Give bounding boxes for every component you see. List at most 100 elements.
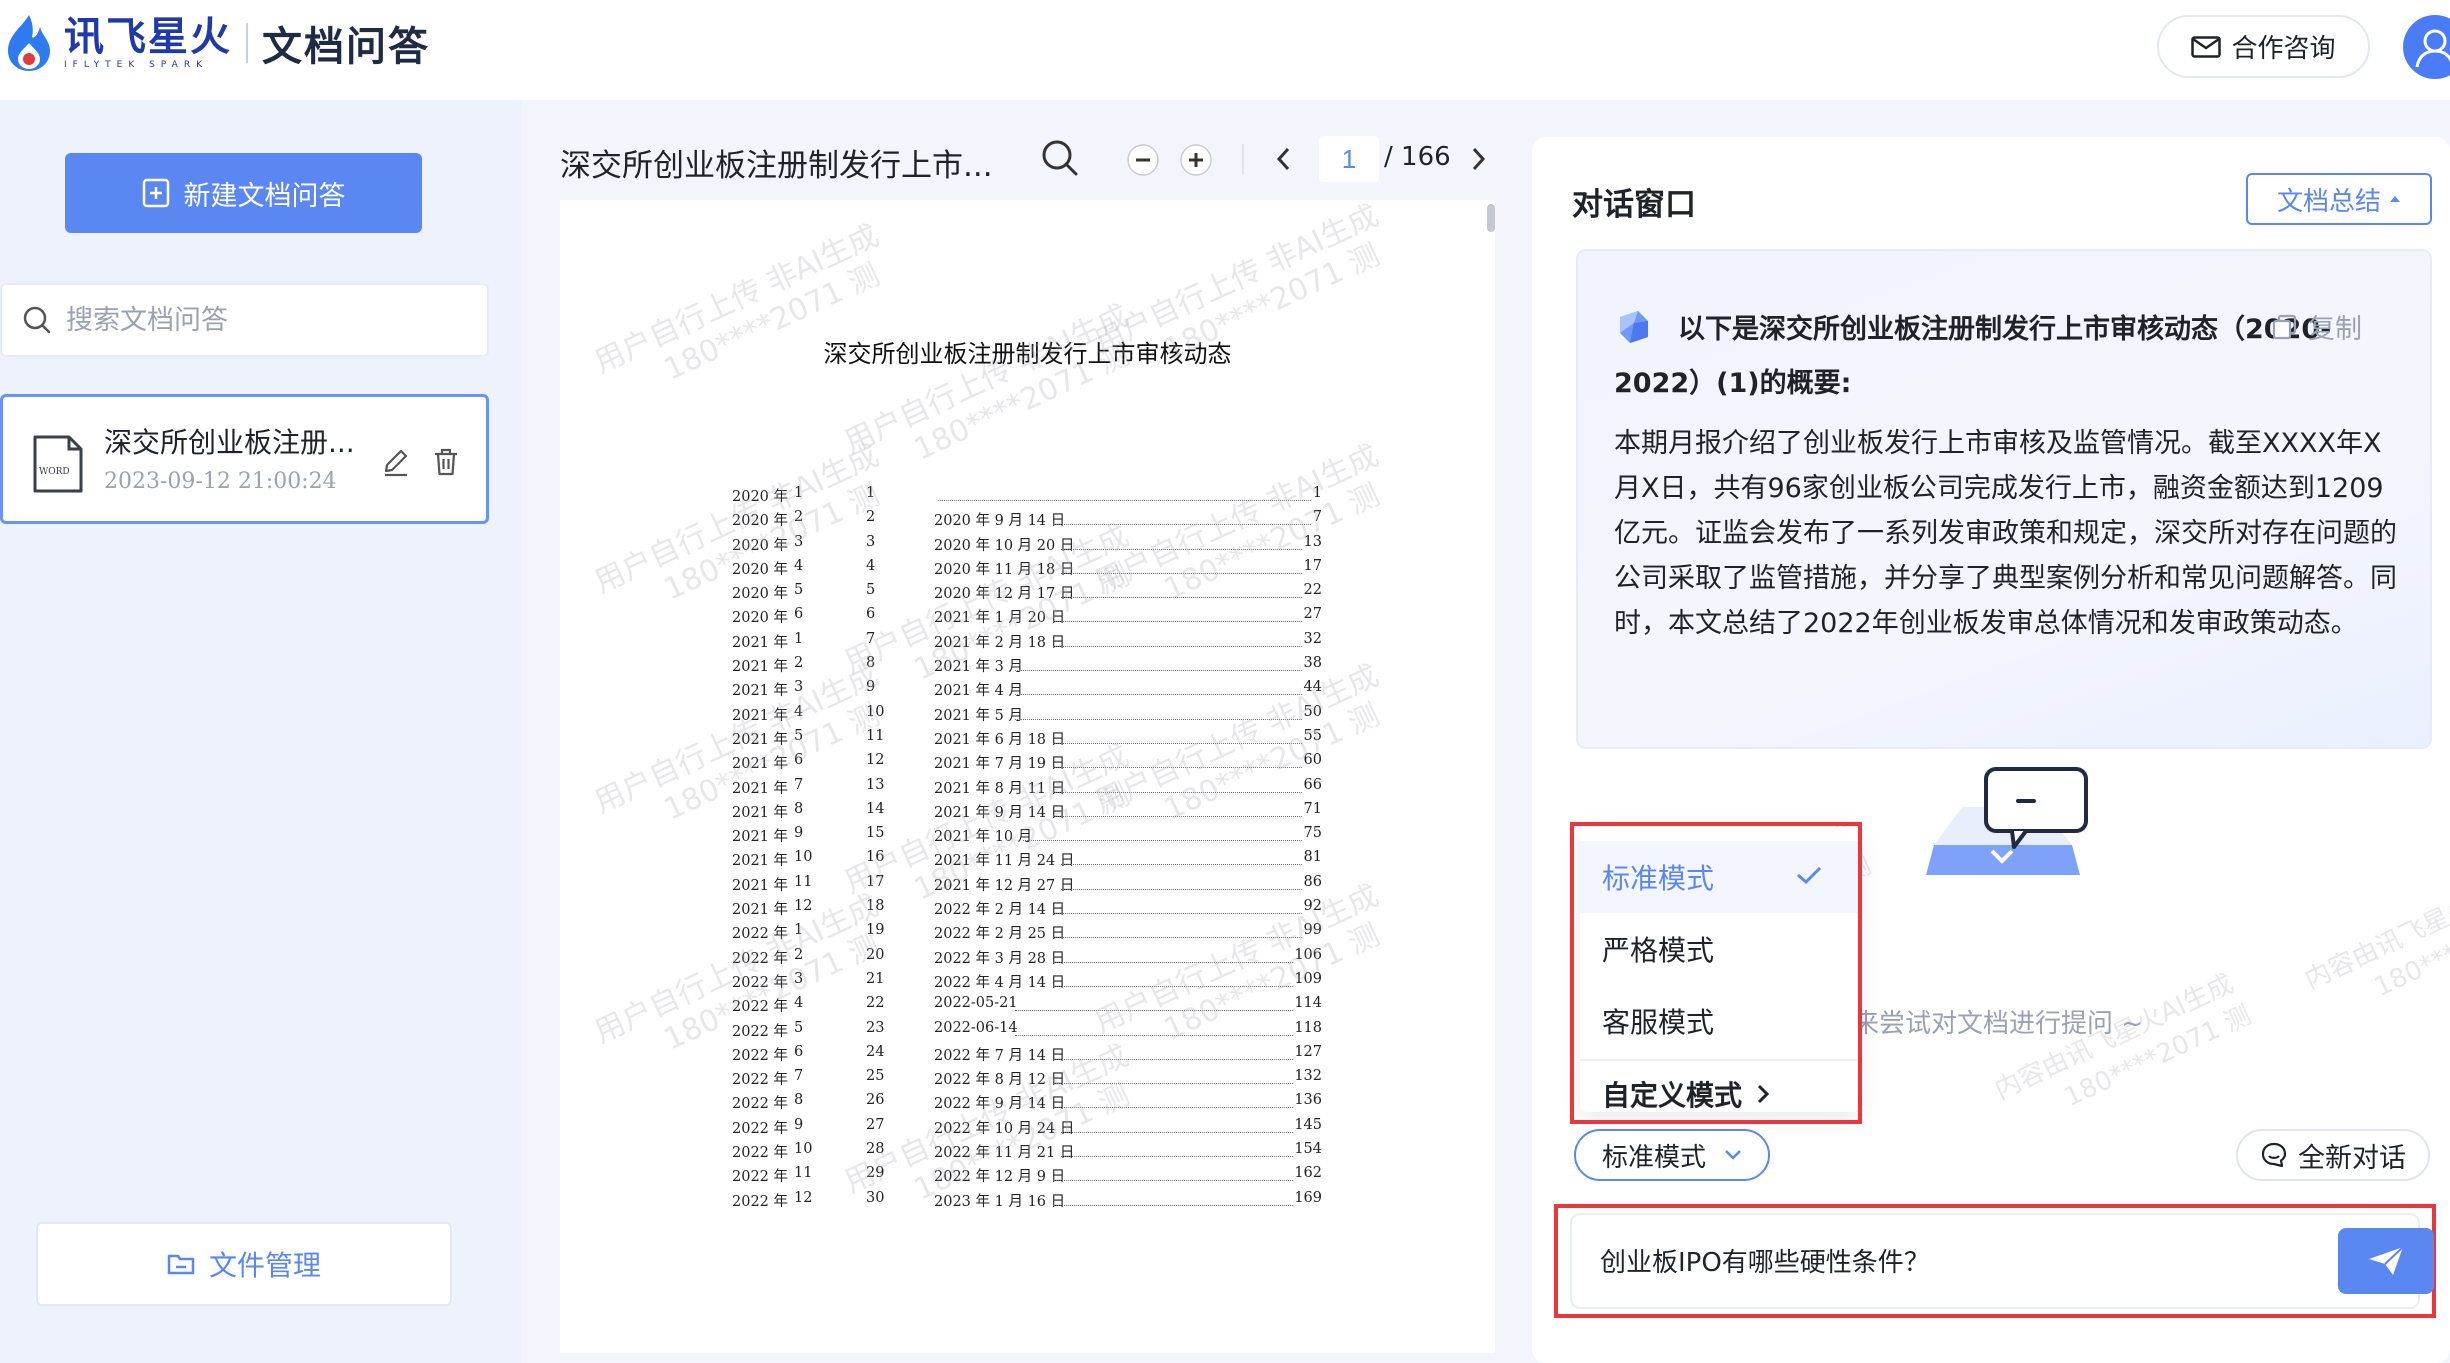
toc-date: 2020 年 9 月 14 日 <box>934 513 1066 530</box>
toc-num: 7 <box>794 1068 804 1085</box>
toc-no: 2 <box>866 509 876 526</box>
toc-leader-dots <box>1053 913 1302 915</box>
mode-option-custom[interactable]: 自定义模式 <box>1580 1061 1860 1127</box>
document-page[interactable]: 深交所创业板注册制发行上市审核动态 2020 年 1 1 1 2020 年 2 2 2020 … <box>560 200 1495 1353</box>
table-of-contents: 2020 年 1 1 1 2020 年 2 2 2020 年 9 月 14 日 7 2020 年3… <box>732 483 1322 1212</box>
toc-year: 2022 年 <box>732 1145 789 1162</box>
mode-option-strict[interactable]: 严格模式 <box>1580 913 1860 985</box>
new-chat-button[interactable]: 全新对话 <box>2236 1129 2430 1181</box>
toc-year: 2021 年 <box>732 659 789 676</box>
mode-option-standard[interactable]: 标准模式 <box>1580 841 1860 913</box>
toc-num: 1 <box>794 922 804 939</box>
toc-year: 2021 年 <box>732 902 789 919</box>
chat-input-area <box>1570 1213 2434 1309</box>
toc-year: 2022 年 <box>732 950 789 967</box>
toc-year: 2021 年 <box>732 877 789 894</box>
doc-summary-button[interactable]: 文档总结 <box>2246 173 2432 225</box>
toc-num: 12 <box>794 898 813 915</box>
brand-logo[interactable]: 讯飞星火 IFLYTEK SPARK 文档问答 <box>0 8 430 78</box>
doc-list-item[interactable]: WORD 深交所创业板注册... 2023-09-12 21:00:24 <box>0 394 489 524</box>
toc-year: 2020 年 <box>732 513 789 530</box>
toc-leader-dots <box>1053 937 1302 939</box>
toc-no: 29 <box>866 1165 885 1182</box>
delete-icon[interactable] <box>431 447 461 477</box>
send-button[interactable] <box>2338 1228 2434 1294</box>
doc-title: 深交所创业板注册... <box>104 426 355 459</box>
toc-num: 6 <box>794 752 804 769</box>
toc-date: 2021 年 1 月 20 日 <box>934 610 1066 627</box>
toc-num: 9 <box>794 1116 804 1133</box>
toc-no: 24 <box>866 1043 885 1060</box>
toc-leader-dots <box>1053 1204 1293 1206</box>
toc-page: 81 <box>1303 849 1322 866</box>
consult-button[interactable]: 合作咨询 <box>2157 15 2370 78</box>
file-manager-button[interactable]: 文件管理 <box>36 1222 452 1306</box>
toc-date: 2020 年 12 月 17 日 <box>934 586 1075 603</box>
brand-name: 讯飞星火 <box>64 14 232 60</box>
spark-logo-icon <box>8 15 50 71</box>
toc-year: 2021 年 <box>732 804 789 821</box>
zoom-in-icon[interactable] <box>1179 143 1213 177</box>
search-icon <box>23 306 51 334</box>
toc-page: 109 <box>1294 970 1322 987</box>
mode-select[interactable]: 标准模式 <box>1574 1129 1770 1181</box>
toc-row: 2022 年 8 26 2022 年 9 月 14 日 136 <box>732 1090 1322 1114</box>
search-box[interactable] <box>0 283 489 357</box>
toc-page: 1 <box>1312 485 1322 501</box>
toc-num: 3 <box>794 970 804 987</box>
toc-row: 2020 年 3 3 2020 年 10 月 20 日 13 <box>732 532 1322 556</box>
product-name: 文档问答 <box>262 24 430 70</box>
toc-leader-dots <box>1053 1058 1293 1060</box>
toc-year: 2022 年 <box>732 1047 789 1064</box>
toc-num: 10 <box>794 1141 813 1158</box>
toc-year: 2020 年 <box>732 610 789 627</box>
prev-page-icon[interactable] <box>1274 146 1294 172</box>
toc-no: 16 <box>866 849 885 866</box>
toc-row: 2022 年 2 20 2022 年 3 月 28 日 106 <box>732 945 1322 969</box>
copy-label: 复制 <box>2308 314 2362 345</box>
toc-row: 2022 年 4 22 2022-05-21 114 <box>732 993 1322 1017</box>
page-number-input[interactable] <box>1319 136 1379 182</box>
toc-row: 2021 年 7 13 2021 年 8 月 11 日 66 <box>732 775 1322 799</box>
toc-page: 92 <box>1303 898 1322 915</box>
toc-page: 162 <box>1294 1165 1322 1182</box>
search-doc-icon[interactable] <box>1040 138 1080 178</box>
word-file-icon <box>33 435 83 493</box>
toc-leader-dots <box>1061 1156 1293 1158</box>
toc-num: 9 <box>794 825 804 842</box>
toc-date: 2022 年 2 月 25 日 <box>934 926 1066 943</box>
toc-leader-dots <box>1061 572 1302 574</box>
toc-page: 44 <box>1303 679 1322 696</box>
toc-year: 2021 年 <box>732 780 789 797</box>
mode-option-service[interactable]: 客服模式 <box>1580 985 1860 1057</box>
toc-num: 8 <box>794 800 804 817</box>
toc-row: 2022 年 7 25 2022 年 8 月 12 日 132 <box>732 1066 1322 1090</box>
copy-button[interactable]: 复制 <box>2272 307 2362 346</box>
toc-date: 2022 年 11 月 21 日 <box>934 1145 1075 1162</box>
next-page-icon[interactable] <box>1468 146 1488 172</box>
toc-date: 2022 年 8 月 12 日 <box>934 1072 1066 1089</box>
toc-leader-dots <box>938 500 1311 501</box>
toc-page: 169 <box>1294 1189 1322 1206</box>
watermark-line: 内容由讯飞星火AI生成 <box>2300 858 2450 996</box>
toc-leader-dots <box>1053 1180 1293 1182</box>
toc-num: 6 <box>794 606 804 623</box>
toc-row: 2022 年 5 23 2022-06-14 118 <box>732 1018 1322 1042</box>
empty-chat-hint: 快来尝试对文档进行提问 ~ <box>1827 1009 2144 1039</box>
file-type-label: WORD <box>39 467 70 477</box>
new-doc-qa-button[interactable]: 新建文档问答 <box>65 153 422 233</box>
toc-num: 5 <box>794 1019 804 1036</box>
toc-page: 127 <box>1294 1043 1322 1060</box>
toc-leader-dots <box>1053 791 1302 793</box>
edit-icon[interactable] <box>381 447 411 477</box>
user-avatar[interactable] <box>2403 15 2450 79</box>
search-input[interactable] <box>66 304 466 336</box>
toc-leader-dots <box>1014 718 1302 720</box>
toc-row: 2020 年 2 2 2020 年 9 月 14 日 7 <box>732 507 1322 531</box>
toc-date: 2020 年 10 月 20 日 <box>934 537 1075 554</box>
toc-num: 3 <box>794 533 804 550</box>
toc-no: 9 <box>866 679 876 696</box>
viewer-scrollbar[interactable] <box>1487 204 1495 232</box>
zoom-out-icon[interactable] <box>1126 143 1160 177</box>
chat-input[interactable] <box>1600 1245 2300 1275</box>
